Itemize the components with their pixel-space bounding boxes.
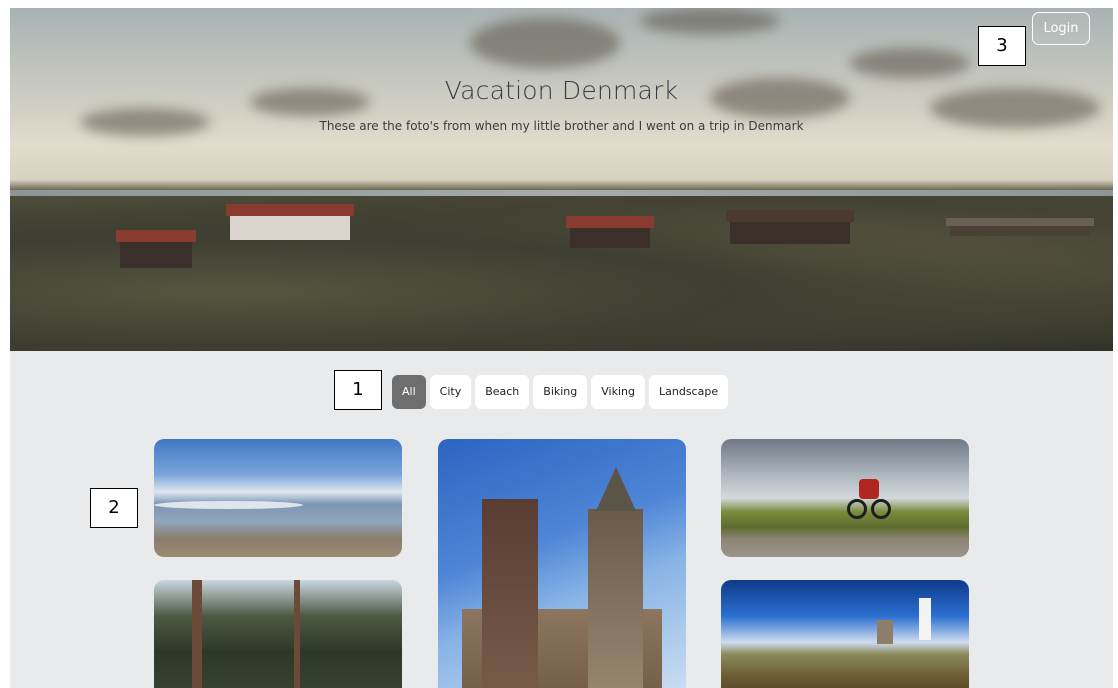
hero-banner: Vacation Denmark These are the foto's fr… — [10, 8, 1113, 351]
annotation-3: 3 — [978, 26, 1026, 66]
filter-biking[interactable]: Biking — [533, 375, 588, 409]
login-button[interactable]: Login — [1032, 12, 1090, 45]
cloud — [640, 8, 780, 34]
filter-all[interactable]: All — [392, 375, 426, 409]
page-subtitle: These are the foto's from when my little… — [319, 119, 804, 133]
forest-photo[interactable] — [154, 580, 402, 688]
filter-landscape[interactable]: Landscape — [649, 375, 729, 409]
bike-wheel — [847, 499, 867, 519]
cloud — [850, 48, 970, 78]
lighthouse — [919, 598, 931, 640]
tree-trunk — [192, 580, 202, 688]
church-photo[interactable] — [438, 439, 686, 688]
tree-trunk — [294, 580, 300, 688]
tower-ruin — [877, 620, 893, 644]
filter-viking[interactable]: Viking — [591, 375, 645, 409]
filter-city[interactable]: City — [429, 375, 472, 409]
filter-beach[interactable]: Beach — [475, 375, 530, 409]
annotation-2: 2 — [90, 488, 138, 528]
church-tower-right — [588, 467, 643, 688]
cloud — [470, 18, 620, 68]
wave-shape — [154, 501, 303, 509]
beach-photo[interactable] — [154, 439, 402, 557]
cyclist-figure — [859, 479, 879, 499]
house — [946, 218, 1094, 236]
house — [726, 210, 854, 244]
gallery-section: All City Beach Biking Viking Landscape — [10, 351, 1113, 688]
church-tower-left — [482, 499, 538, 688]
house — [226, 204, 354, 240]
category-filter-bar: All City Beach Biking Viking Landscape — [392, 375, 729, 409]
house — [116, 230, 196, 268]
bike-wheel — [871, 499, 891, 519]
annotation-1: 1 — [334, 370, 382, 410]
cyclist-photo[interactable] — [721, 439, 969, 557]
page: Vacation Denmark These are the foto's fr… — [0, 0, 1118, 688]
lighthouse-photo[interactable] — [721, 580, 969, 688]
house — [566, 216, 654, 248]
page-title: Vacation Denmark — [444, 76, 679, 105]
